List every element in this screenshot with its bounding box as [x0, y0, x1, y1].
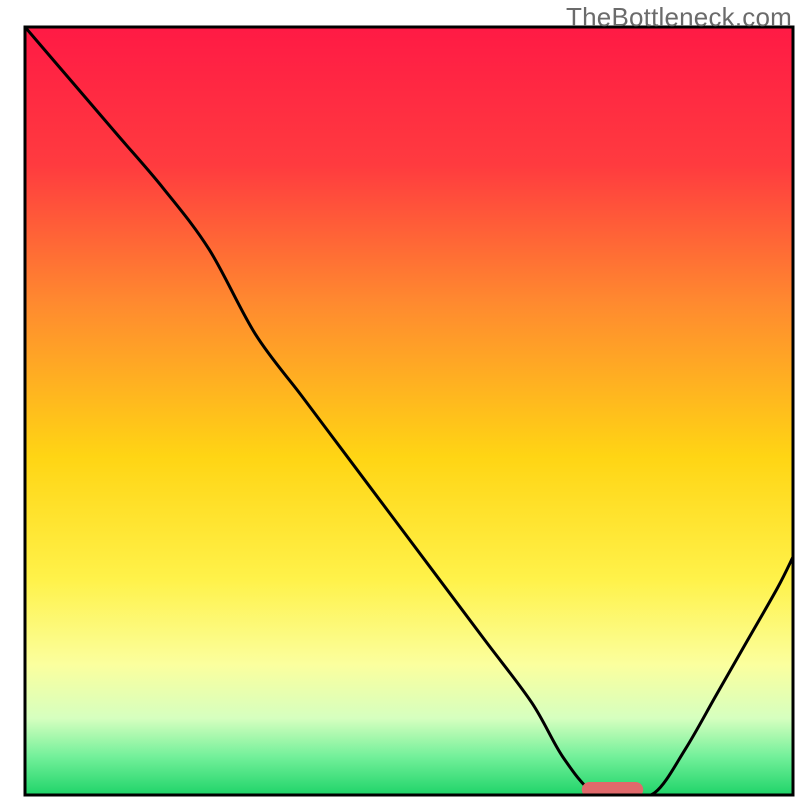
bottleneck-chart: [0, 0, 800, 800]
plot-area: [25, 27, 793, 797]
chart-root: TheBottleneck.com: [0, 0, 800, 800]
